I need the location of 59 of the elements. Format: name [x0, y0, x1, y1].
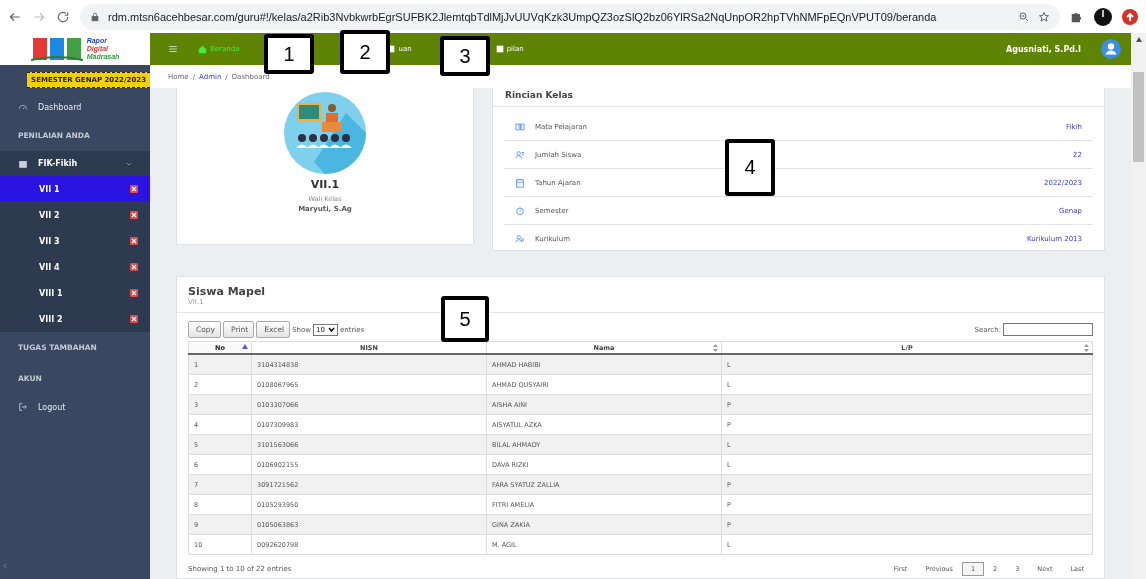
- sort-icon: [1084, 344, 1089, 352]
- close-icon[interactable]: [130, 315, 138, 323]
- close-icon[interactable]: [130, 263, 138, 271]
- sidebar-subitem[interactable]: VIII 1: [0, 280, 150, 306]
- card-title: Siswa Mapel: [188, 285, 267, 298]
- zoom-out-icon: [1018, 10, 1030, 23]
- sidebar-subitem[interactable]: VII 2: [0, 202, 150, 228]
- sort-ascending-icon: [242, 344, 248, 349]
- users-icon: [515, 149, 525, 160]
- annotation-callout: 5: [441, 296, 489, 342]
- class-label: VII 3: [39, 236, 60, 246]
- class-label: VII 1: [39, 184, 60, 194]
- class-label: VIII 2: [39, 314, 63, 324]
- close-icon[interactable]: [130, 237, 138, 245]
- annotation-callout: 3: [440, 36, 490, 76]
- sidebar-subitem[interactable]: VIII 2: [0, 306, 150, 332]
- logout-link[interactable]: Logout: [0, 394, 150, 420]
- star-icon: [1038, 10, 1050, 23]
- class-label: VII 4: [39, 262, 60, 272]
- class-label: VIII 1: [39, 288, 63, 298]
- building-icon: [18, 158, 28, 169]
- class-label: VII 2: [39, 210, 60, 220]
- logout-icon: [18, 402, 28, 412]
- books-logo-icon: [30, 36, 83, 62]
- annotation-callout: 4: [725, 139, 775, 196]
- scrollbar[interactable]: [1131, 33, 1146, 579]
- close-icon[interactable]: [130, 185, 138, 193]
- sidebar-subitem[interactable]: VII 4: [0, 254, 150, 280]
- sort-icon: [713, 344, 718, 352]
- annotation-callout: 1: [264, 34, 314, 74]
- sidebar-subitem[interactable]: VII 1: [0, 176, 150, 202]
- close-icon[interactable]: [130, 289, 138, 297]
- scroll-thumb[interactable]: [1133, 72, 1144, 162]
- teacher-classroom-icon: [284, 92, 366, 174]
- close-icon[interactable]: [130, 211, 138, 219]
- user-avatar-icon[interactable]: [1101, 39, 1121, 59]
- book-icon: [515, 121, 525, 132]
- class-name: VII.1: [310, 178, 340, 191]
- update-icon[interactable]: [1122, 8, 1138, 25]
- profile-avatar-icon[interactable]: [1094, 7, 1112, 26]
- scroll-up-icon[interactable]: [1135, 37, 1142, 42]
- users-icon: [515, 233, 525, 244]
- sidebar-item[interactable]: Dashboard: [0, 94, 150, 120]
- address-bar[interactable]: rdm.mtsn6acehbesar.com/guru#!/kelas/a2Rib3NvbkwrbEgrSUFBK2JlemtqbTdlMjJvUUVqKzk3UmpQZ3ozSlQ2bz06YlRSa2NqUnpOR2hpTVhNMFpEQnVPUT09/beranda: [80, 3, 1060, 30]
- reload-icon: [56, 9, 70, 24]
- calendar-icon: [515, 177, 525, 188]
- url-text: rdm.mtsn6acehbesar.com/guru#!/kelas/a2Rib3NvbkwrbEgrSUFBK2JlemtqbTdlMjJvUUVqKzk3UmpQZ3ozSlQ2bz06YlRSa2NqUnpOR2hpTVhNMFpEQnVPUT09/beranda: [108, 10, 938, 23]
- chevron-icon: [126, 160, 132, 167]
- home-icon: [198, 44, 207, 54]
- card-title: Rincian Kelas: [493, 88, 1104, 107]
- gauge-icon: [18, 102, 28, 112]
- sidebar-subitem[interactable]: VII 3: [0, 228, 150, 254]
- sidebar-group[interactable]: FIK-Fikih: [0, 151, 150, 176]
- clock-icon: [515, 205, 525, 216]
- menu-icon: [168, 44, 178, 54]
- user-name[interactable]: Agusniati, S.Pd.I: [1006, 44, 1081, 54]
- annotation-callout: 2: [340, 30, 390, 74]
- search-field[interactable]: [1003, 323, 1093, 336]
- lock-icon: [90, 11, 100, 22]
